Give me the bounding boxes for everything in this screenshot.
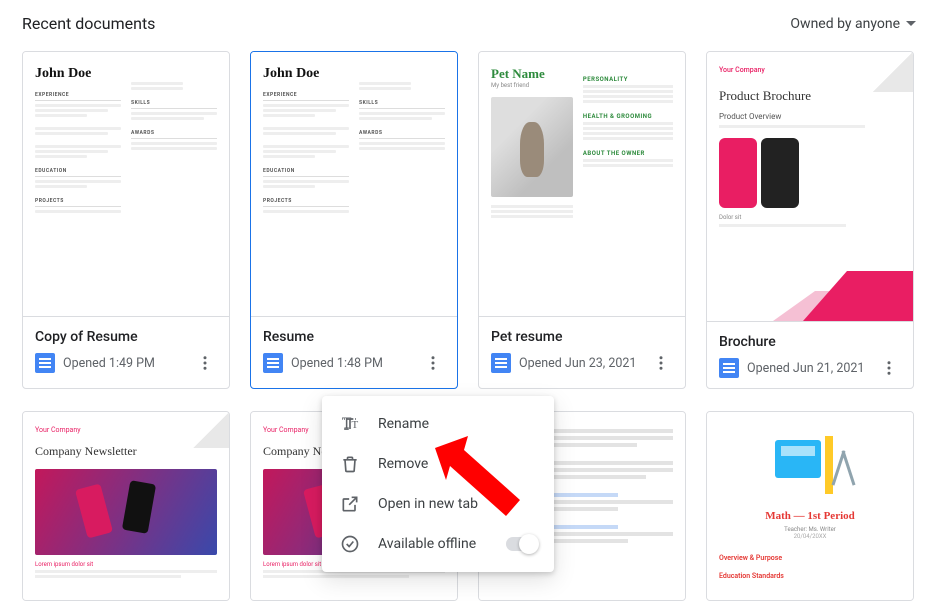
doc-thumbnail: Your Company Company Newsletter Lorem ip… xyxy=(23,412,229,601)
menu-item-remove[interactable]: Remove xyxy=(322,444,554,484)
context-menu: TT Rename Remove Open in new tab Availab… xyxy=(322,396,554,572)
doc-thumbnail: Your Company Product Brochure Product Ov… xyxy=(707,52,913,321)
thumb-section-heading: Overview & Purpose xyxy=(719,554,901,562)
doc-card[interactable]: John Doe EXPERIENCE EDUCATION PROJECTS S… xyxy=(22,51,230,389)
doc-thumbnail: Math — 1st Period Teacher: Ms. Writer 20… xyxy=(707,412,913,601)
more-actions-button[interactable] xyxy=(421,351,445,375)
doc-card[interactable]: John Doe EXPERIENCE EDUCATION PROJECTS S… xyxy=(250,51,458,389)
caret-down-icon xyxy=(906,21,916,26)
owner-filter-dropdown[interactable]: Owned by anyone xyxy=(790,16,916,32)
more-actions-button[interactable] xyxy=(193,351,217,375)
more-actions-button[interactable] xyxy=(649,351,673,375)
thumb-date: 20/04/20XX xyxy=(719,533,901,540)
doc-thumbnail: John Doe EXPERIENCE EDUCATION PROJECTS S… xyxy=(23,52,229,316)
open-in-new-icon xyxy=(340,494,360,514)
offline-toggle[interactable] xyxy=(506,537,536,551)
thumb-heading: Company Newsletter xyxy=(35,444,217,459)
thumb-pet-sub: My best friend xyxy=(491,82,573,89)
doc-opened-time: Opened 1:49 PM xyxy=(63,356,185,371)
thumb-person-name: John Doe xyxy=(35,66,121,82)
menu-item-label: Open in new tab xyxy=(378,496,478,512)
more-vert-icon xyxy=(424,354,442,372)
menu-item-label: Available offline xyxy=(378,536,476,552)
more-vert-icon xyxy=(652,354,670,372)
google-docs-icon xyxy=(719,358,739,378)
google-docs-icon xyxy=(263,353,283,373)
doc-title: Pet resume xyxy=(491,329,673,345)
doc-title: Brochure xyxy=(719,334,901,350)
offline-icon xyxy=(340,534,360,554)
doc-opened-time: Opened Jun 21, 2021 xyxy=(747,361,869,376)
more-vert-icon xyxy=(880,359,898,377)
doc-card[interactable]: Pet Name My best friend PERSONALITY HEAL… xyxy=(478,51,686,389)
menu-item-open-new-tab[interactable]: Open in new tab xyxy=(322,484,554,524)
thumb-subheading: Product Overview xyxy=(719,112,901,121)
more-actions-button[interactable] xyxy=(877,356,901,380)
thumb-section-heading: HEALTH & GROOMING xyxy=(583,113,673,120)
doc-card[interactable]: Math — 1st Period Teacher: Ms. Writer 20… xyxy=(706,411,914,601)
menu-item-available-offline[interactable]: Available offline xyxy=(322,524,554,564)
thumb-person-name: John Doe xyxy=(263,66,349,82)
more-vert-icon xyxy=(196,354,214,372)
trash-icon xyxy=(340,454,360,474)
owner-filter-label: Owned by anyone xyxy=(790,16,900,32)
doc-opened-time: Opened 1:48 PM xyxy=(291,356,413,371)
rename-icon: TT xyxy=(340,414,360,434)
menu-item-rename[interactable]: TT Rename xyxy=(322,404,554,444)
thumb-pet-name: Pet Name xyxy=(491,66,573,82)
doc-card[interactable]: Your Company Company Newsletter Lorem ip… xyxy=(22,411,230,601)
doc-thumbnail: John Doe EXPERIENCE EDUCATION PROJECTS S… xyxy=(251,52,457,316)
doc-thumbnail: Pet Name My best friend PERSONALITY HEAL… xyxy=(479,52,685,316)
thumb-teacher: Teacher: Ms. Writer xyxy=(719,526,901,533)
thumb-section-heading: Education Standards xyxy=(719,572,901,580)
menu-item-label: Rename xyxy=(378,416,429,432)
thumb-company: Your Company xyxy=(35,426,217,434)
doc-opened-time: Opened Jun 23, 2021 xyxy=(519,356,641,371)
doc-title: Copy of Resume xyxy=(35,329,217,345)
section-title: Recent documents xyxy=(22,14,155,33)
doc-card[interactable]: Your Company Product Brochure Product Ov… xyxy=(706,51,914,389)
doc-title: Resume xyxy=(263,329,445,345)
thumb-text: Dolor sit xyxy=(719,214,901,221)
thumb-section-heading: PERSONALITY xyxy=(583,76,673,83)
thumb-section-heading: ABOUT THE OWNER xyxy=(583,150,673,157)
thumb-caption: Lorem ipsum dolor sit xyxy=(35,561,217,568)
menu-item-label: Remove xyxy=(378,456,428,472)
google-docs-icon xyxy=(35,353,55,373)
thumb-title: Math — 1st Period xyxy=(719,510,901,522)
google-docs-icon xyxy=(491,353,511,373)
